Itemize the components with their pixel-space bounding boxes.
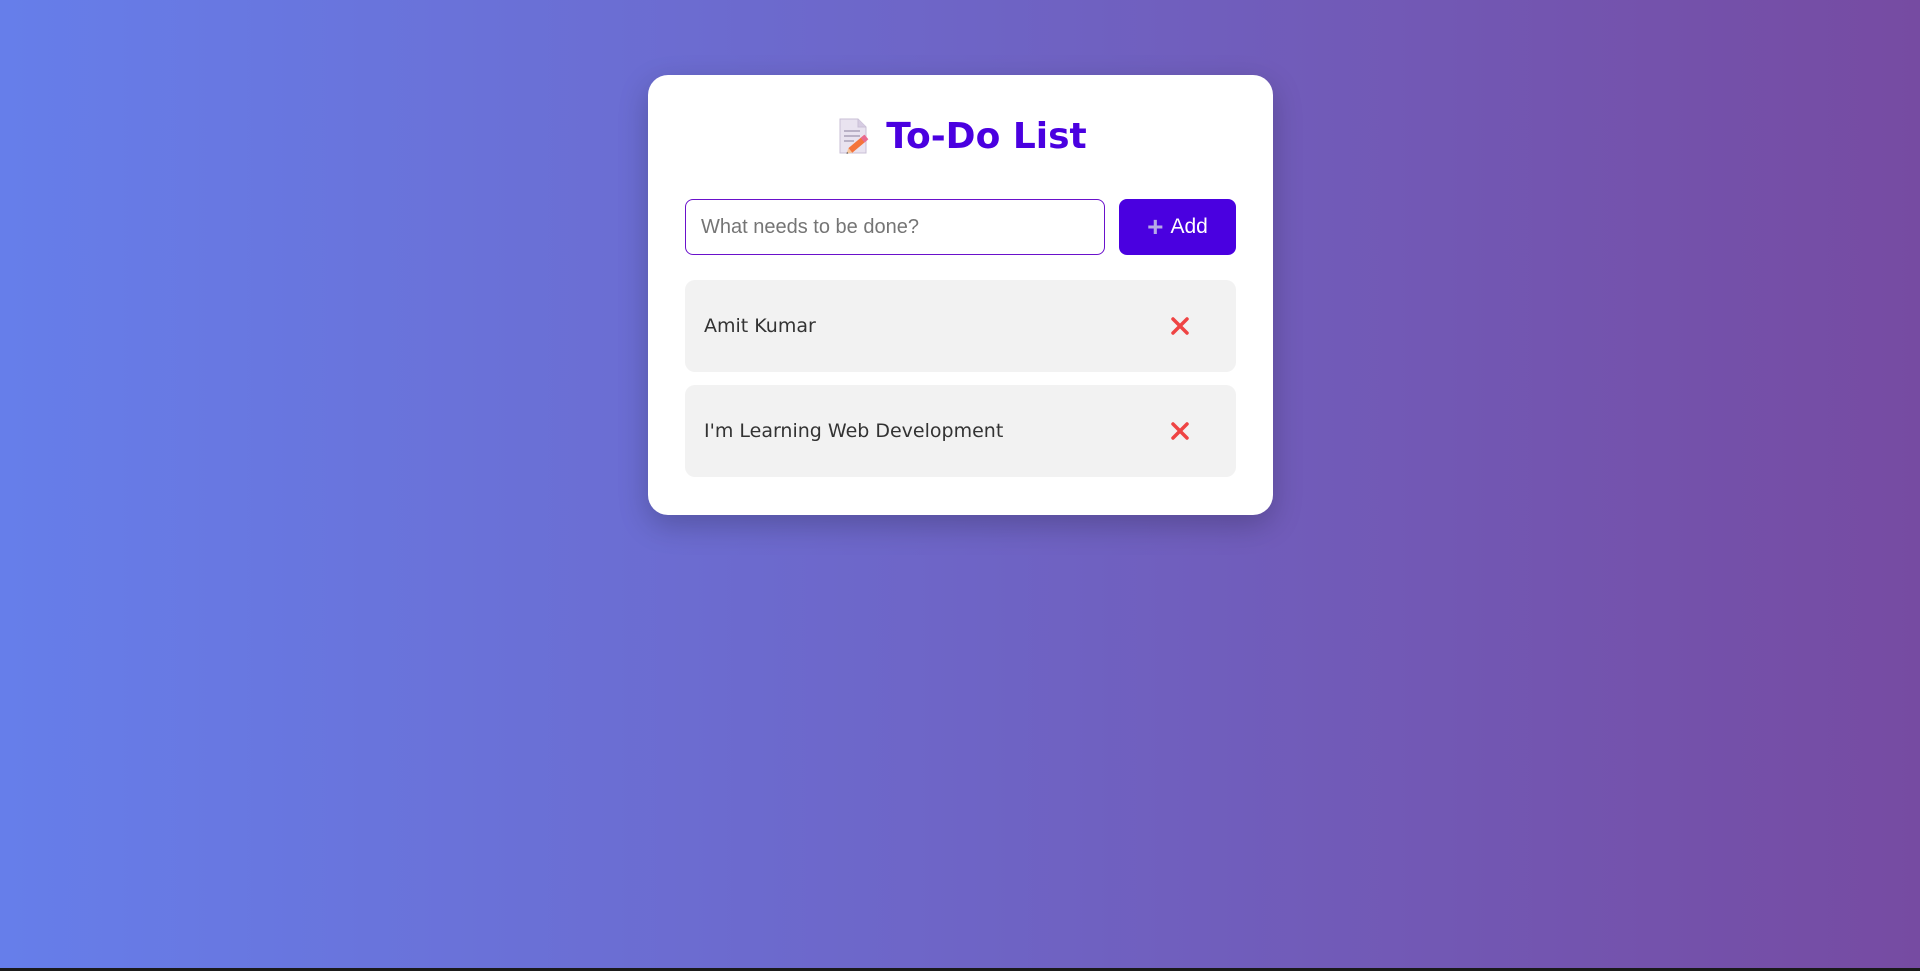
todo-list: Amit Kumar I'm Learning Web Development [685,280,1236,477]
header: To-Do List [685,115,1236,157]
add-button[interactable]: + Add [1119,199,1236,255]
page-title: To-Do List [886,115,1087,157]
memo-icon [834,117,872,155]
close-icon [1171,317,1189,335]
todo-item-text: Amit Kumar [704,315,816,337]
todo-card: To-Do List + Add Amit Kumar I'm Learning… [648,75,1273,515]
add-todo-form: + Add [685,199,1236,255]
delete-button[interactable] [1160,306,1200,346]
plus-icon: + [1147,211,1164,242]
todo-item: Amit Kumar [685,280,1236,372]
todo-item: I'm Learning Web Development [685,385,1236,477]
add-button-label: Add [1170,215,1208,238]
todo-item-text: I'm Learning Web Development [704,420,1004,442]
todo-input[interactable] [685,199,1105,255]
close-icon [1171,422,1189,440]
delete-button[interactable] [1160,411,1200,451]
